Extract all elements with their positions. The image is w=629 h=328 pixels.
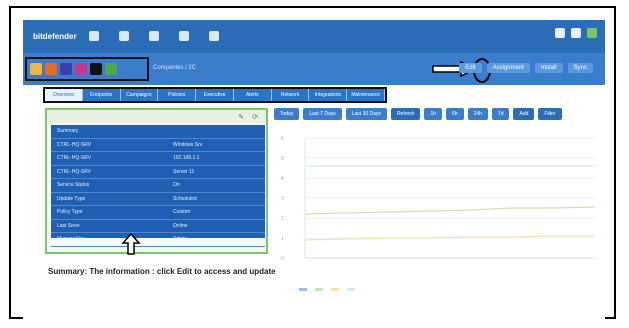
range-7d-button[interactable]: 7d	[491, 108, 510, 120]
toolbar-right-buttons: Edit Assignment Install Sync	[459, 63, 593, 73]
tab-campaigns[interactable]: Campaigns	[121, 89, 159, 101]
legend-item	[315, 287, 325, 291]
y-tick-label: 2	[281, 216, 284, 222]
edit-button[interactable]: Edit	[459, 63, 482, 73]
summary-row: CTRL-HQ-SRV 192.168.1.1	[51, 152, 265, 166]
screenshot: bitdefender Companies / 2C Edit Assignme…	[23, 20, 605, 319]
assignment-button[interactable]: Assignment	[486, 63, 530, 73]
context-label: Companies / 2C	[153, 65, 197, 71]
line-chart: 6 5 4 3 2 1 0	[281, 136, 596, 262]
y-tick-label: 6	[281, 136, 284, 142]
y-tick-label: 1	[281, 236, 284, 242]
edit-icon[interactable]: ✎	[238, 113, 244, 121]
refresh-button[interactable]: Refresh	[390, 108, 421, 120]
filter-button[interactable]: Filter	[538, 108, 562, 120]
policies-icon[interactable]	[149, 31, 159, 41]
today-button[interactable]: Today	[274, 108, 300, 120]
last-7-days-button[interactable]: Last 7 Days	[303, 108, 342, 120]
y-tick-label: 5	[281, 156, 284, 162]
annotation-caption: Summary: The information : click Edit to…	[48, 267, 276, 276]
top-right-controls	[555, 28, 597, 38]
y-tick-label: 0	[281, 256, 284, 262]
app-icon[interactable]	[30, 63, 42, 75]
tab-integrations[interactable]: Integrations	[309, 89, 348, 101]
tab-bar: Overview Endpoints Campaigns Policies Ex…	[43, 87, 387, 103]
chart-toolbar: Today Last 7 Days Last 30 Days Refresh 1…	[274, 108, 562, 120]
summary-row: Service Status On	[51, 179, 265, 193]
summary-row: Managed by Admin	[51, 233, 265, 247]
app-icon[interactable]	[105, 63, 117, 75]
summary-row: CTRL-HQ-SRV Server 11	[51, 166, 265, 179]
series-line	[304, 206, 596, 215]
legend-item	[299, 287, 309, 291]
network-icon[interactable]	[119, 31, 129, 41]
summary-row: Update Type Scheduled	[51, 193, 265, 206]
legend-item	[347, 287, 357, 291]
refresh-icon[interactable]: ⟳	[252, 113, 258, 121]
last-30-days-button[interactable]: Last 30 Days	[345, 108, 387, 120]
summary-row: Policy Type Custom	[51, 206, 265, 220]
tab-endpoints[interactable]: Endpoints	[83, 89, 121, 101]
summary-row: Summary	[51, 125, 265, 139]
y-tick-label: 3	[281, 196, 284, 202]
add-button[interactable]: Add	[513, 108, 535, 120]
tab-maintenance[interactable]: Maintenance	[347, 89, 386, 101]
top-navigation-bar: bitdefender	[23, 20, 605, 53]
brand-logo: bitdefender	[33, 31, 77, 41]
app-icon[interactable]	[75, 63, 87, 75]
range-24h-button[interactable]: 24h	[467, 108, 488, 120]
install-button[interactable]: Install	[534, 63, 563, 73]
summary-row: CTRL-HQ-SRV Windows Srv	[51, 139, 265, 152]
user-icon[interactable]	[571, 28, 581, 38]
help-icon[interactable]	[587, 28, 597, 38]
summary-panel: ✎ ⟳ Summary CTRL-HQ-SRV Windows Srv CTRL-…	[45, 108, 268, 254]
tab-executive[interactable]: Executive	[196, 89, 234, 101]
app-icon[interactable]	[45, 63, 57, 75]
notifications-icon[interactable]	[555, 28, 565, 38]
reports-icon[interactable]	[179, 31, 189, 41]
up-arrow-icon	[121, 232, 141, 255]
tab-policies[interactable]: Policies	[158, 89, 197, 101]
tab-alerts[interactable]: Alerts	[234, 89, 272, 101]
settings-icon[interactable]	[209, 31, 219, 41]
tab-network[interactable]: Network	[272, 89, 310, 101]
app-icon[interactable]	[60, 63, 72, 75]
app-switcher	[25, 57, 149, 81]
summary-row: Last Seen Online	[51, 220, 265, 233]
sync-button[interactable]: Sync	[567, 63, 593, 73]
summary-header: ✎ ⟳	[47, 110, 266, 123]
app-icon[interactable]	[90, 63, 102, 75]
home-icon[interactable]	[89, 31, 99, 41]
range-6h-button[interactable]: 6h	[446, 108, 464, 120]
chart-legend	[299, 283, 599, 295]
summary-table: Summary CTRL-HQ-SRV Windows Srv CTRL-HQ-S…	[51, 125, 265, 247]
range-1h-button[interactable]: 1h	[424, 108, 443, 120]
y-tick-label: 4	[281, 176, 284, 182]
tab-overview[interactable]: Overview	[45, 89, 83, 101]
legend-item	[331, 287, 341, 291]
